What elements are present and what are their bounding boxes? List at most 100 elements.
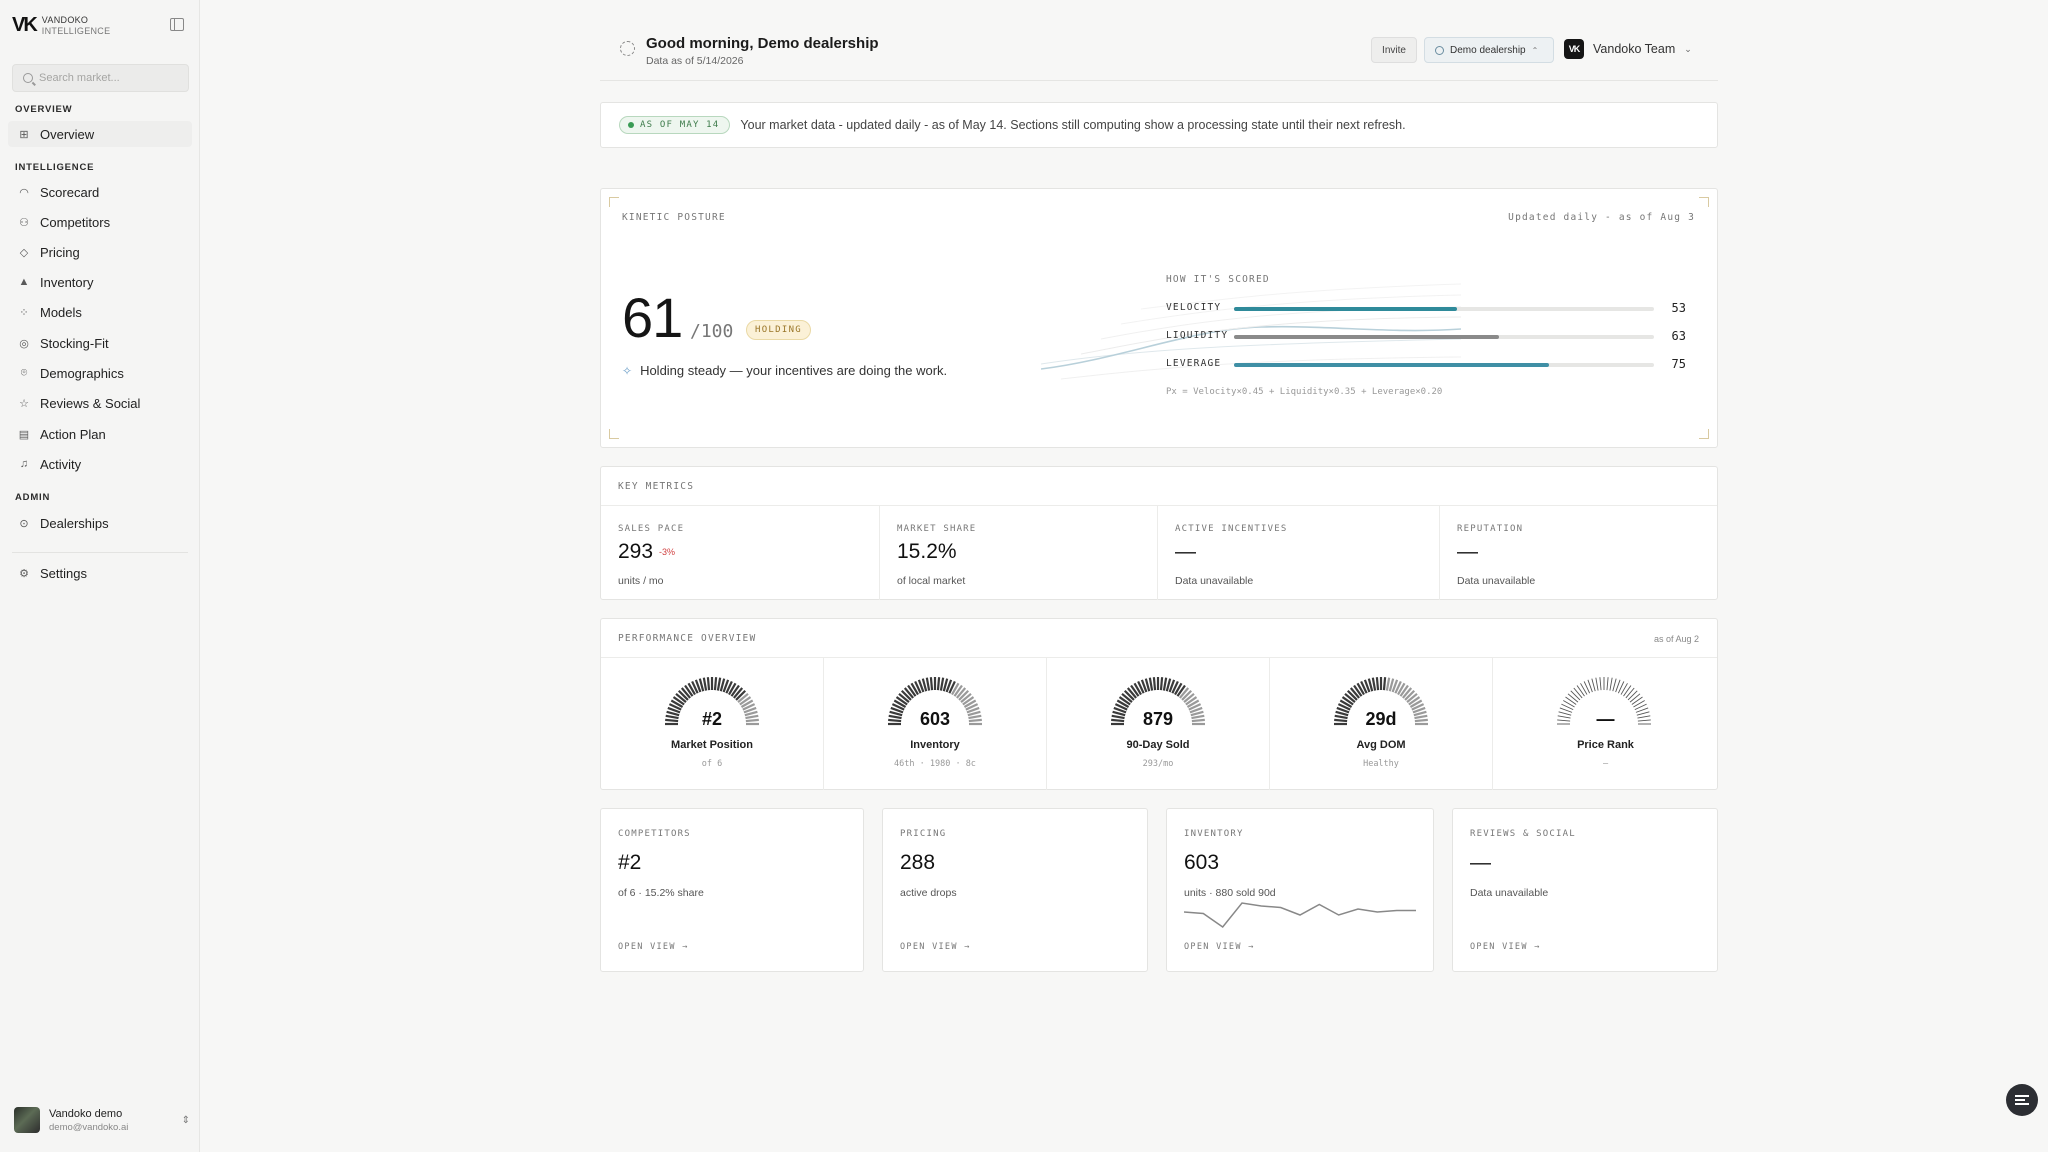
sparkle-icon: ✧ [622,363,633,378]
sidebar-item-overview[interactable]: ⊞ Overview [8,121,192,147]
as-of-badge: AS OF MAY 14 [619,116,731,134]
gauge-tick [1595,677,1599,691]
bar-value: 53 [1671,301,1686,315]
sidebar-toggle-icon[interactable] [170,18,184,31]
gauge-tick [1565,696,1577,705]
posture-score: 61 [622,286,683,349]
status-dot-icon [628,122,634,128]
sidebar-divider [12,552,188,553]
bar-fill [1234,307,1457,311]
users-icon: ⚇ [19,216,29,229]
sidebar-item-scorecard[interactable]: ◠ Scorecard [8,179,192,205]
sidebar-item-action-plan[interactable]: ▤ Action Plan [8,421,192,447]
gauge-tick [1152,677,1157,691]
sidebar-item-inventory[interactable]: ▲ Inventory [8,269,192,295]
invite-button[interactable]: Invite [1371,37,1417,63]
card-value: 288 [900,851,936,874]
gauge-tick [702,677,708,691]
gauge-tick [1385,677,1391,691]
card-value: #2 [618,851,642,874]
vk-logo-icon: VK [12,14,38,36]
chevron-down-icon: ⌄ [1684,43,1692,54]
pricing-card[interactable]: PRICING 288 active drops OPEN VIEW → [882,808,1148,972]
sidebar-item-pricing[interactable]: ◇ Pricing [8,239,192,265]
focus-icon[interactable] [620,41,635,56]
search-box[interactable] [12,64,189,92]
bar-label: LEVERAGE [1166,358,1222,369]
gauge-tick [939,677,945,691]
gauge-name: Price Rank [1577,739,1634,751]
open-view-link[interactable]: OPEN VIEW → [1470,942,1541,952]
sidebar-item-stocking-fit[interactable]: ◎ Stocking-Fit [8,330,192,356]
user-email: demo@vandoko.ai [49,1121,129,1133]
reviews-social-card[interactable]: REVIEWS & SOCIAL — Data unavailable OPEN… [1452,808,1718,972]
posture-message-text: Holding steady — your incentives are doi… [640,363,948,378]
boxes-icon: ▲ [18,276,30,288]
gauge-name: 90-Day Sold [1126,739,1190,751]
bar-track [1234,335,1654,339]
how-scored-label: HOW IT'S SCORED [1166,274,1270,285]
gauge-tick [1623,685,1632,697]
sidebar-item-label: Inventory [40,274,94,290]
open-view-link[interactable]: OPEN VIEW → [900,942,971,952]
sidebar-item-settings[interactable]: ⚙ Settings [8,560,192,586]
gauge-price-rank: — Price Rank – [1493,658,1718,790]
header-divider [600,80,1718,81]
card-sub: units · 880 sold 90d [1184,887,1276,899]
metric-value-text: 293 [618,540,654,563]
gauge-tick [925,677,931,691]
sidebar-item-dealerships[interactable]: ⊙ Dealerships [8,510,192,536]
gauge-value: 603 [919,709,951,729]
bar-label: VELOCITY [1166,302,1222,313]
inventory-card[interactable]: INVENTORY 603 units · 880 sold 90d OPEN … [1166,808,1434,972]
open-view-link[interactable]: OPEN VIEW → [1184,942,1255,952]
sidebar-item-reviews-social[interactable]: ☆ Reviews & Social [8,390,192,416]
sidebar-item-label: Reviews & Social [40,395,141,411]
dealership-selector-label: Demo dealership [1450,44,1526,56]
metric-delta: -3% [659,547,676,558]
gauge-name: Avg DOM [1356,739,1406,751]
data-as-of: Data as of 5/14/2026 [646,55,744,67]
corner-decoration [1699,197,1709,207]
gauge-tick [1612,678,1617,692]
user-menu[interactable]: Vandoko demo demo@vandoko.ai ⇕ [14,1107,190,1133]
gauge-name: Market Position [671,739,753,751]
performance-as-of: as of Aug 2 [1653,634,1699,644]
gauge-tick [1599,677,1602,691]
section-label-intelligence: INTELLIGENCE [15,162,95,173]
sidebar-item-label: Scorecard [40,184,100,200]
metric-value: 293 -3% [618,540,675,564]
card-sub: Data unavailable [1470,887,1549,899]
team-switcher[interactable]: VK Vandoko Team ⌄ [1564,39,1692,59]
brand-subtitle: INTELLIGENCE [41,25,111,36]
tag-icon: ◇ [19,246,29,259]
chat-button[interactable] [2006,1084,2038,1116]
sidebar-item-demographics[interactable]: ⌾ Demographics [8,360,192,386]
open-view-link[interactable]: OPEN VIEW → [618,942,689,952]
sidebar-item-label: Demographics [40,365,124,381]
gauge-tick [716,677,722,691]
metric-sub: units / mo [618,575,664,587]
dealership-selector[interactable]: Demo dealership ⌃ [1424,37,1554,63]
gauge-tick [713,677,718,691]
metric-sub: of local market [897,575,966,587]
bar-track [1234,363,1654,367]
sidebar: VK VANDOKO INTELLIGENCE OVERVIEW ⊞ Overv… [0,0,200,1152]
gauge-icon: ◠ [19,186,29,199]
search-input[interactable] [39,72,179,84]
sidebar-item-models[interactable]: ⁘ Models [8,299,192,325]
search-icon [23,73,33,83]
gauge-90-day-sold: 879 90-Day Sold 293/mo [1047,658,1270,790]
bar-fill [1234,363,1549,367]
gauge-sub: of 6 [701,759,723,769]
gauge-tick [1371,677,1377,691]
sidebar-item-activity[interactable]: ♫ Activity [8,451,192,477]
bell-icon: ♫ [19,458,29,470]
brand-logo[interactable]: VK VANDOKO INTELLIGENCE [12,14,110,37]
competitors-card[interactable]: COMPETITORS #2 of 6 · 15.2% share OPEN V… [600,808,864,972]
sidebar-item-competitors[interactable]: ⚇ Competitors [8,209,192,235]
gauge-sub: Healthy [1363,759,1399,769]
gauge-tick [1629,693,1641,703]
metric-label: REPUTATION [1457,524,1524,534]
sidebar-item-label: Activity [40,456,82,472]
